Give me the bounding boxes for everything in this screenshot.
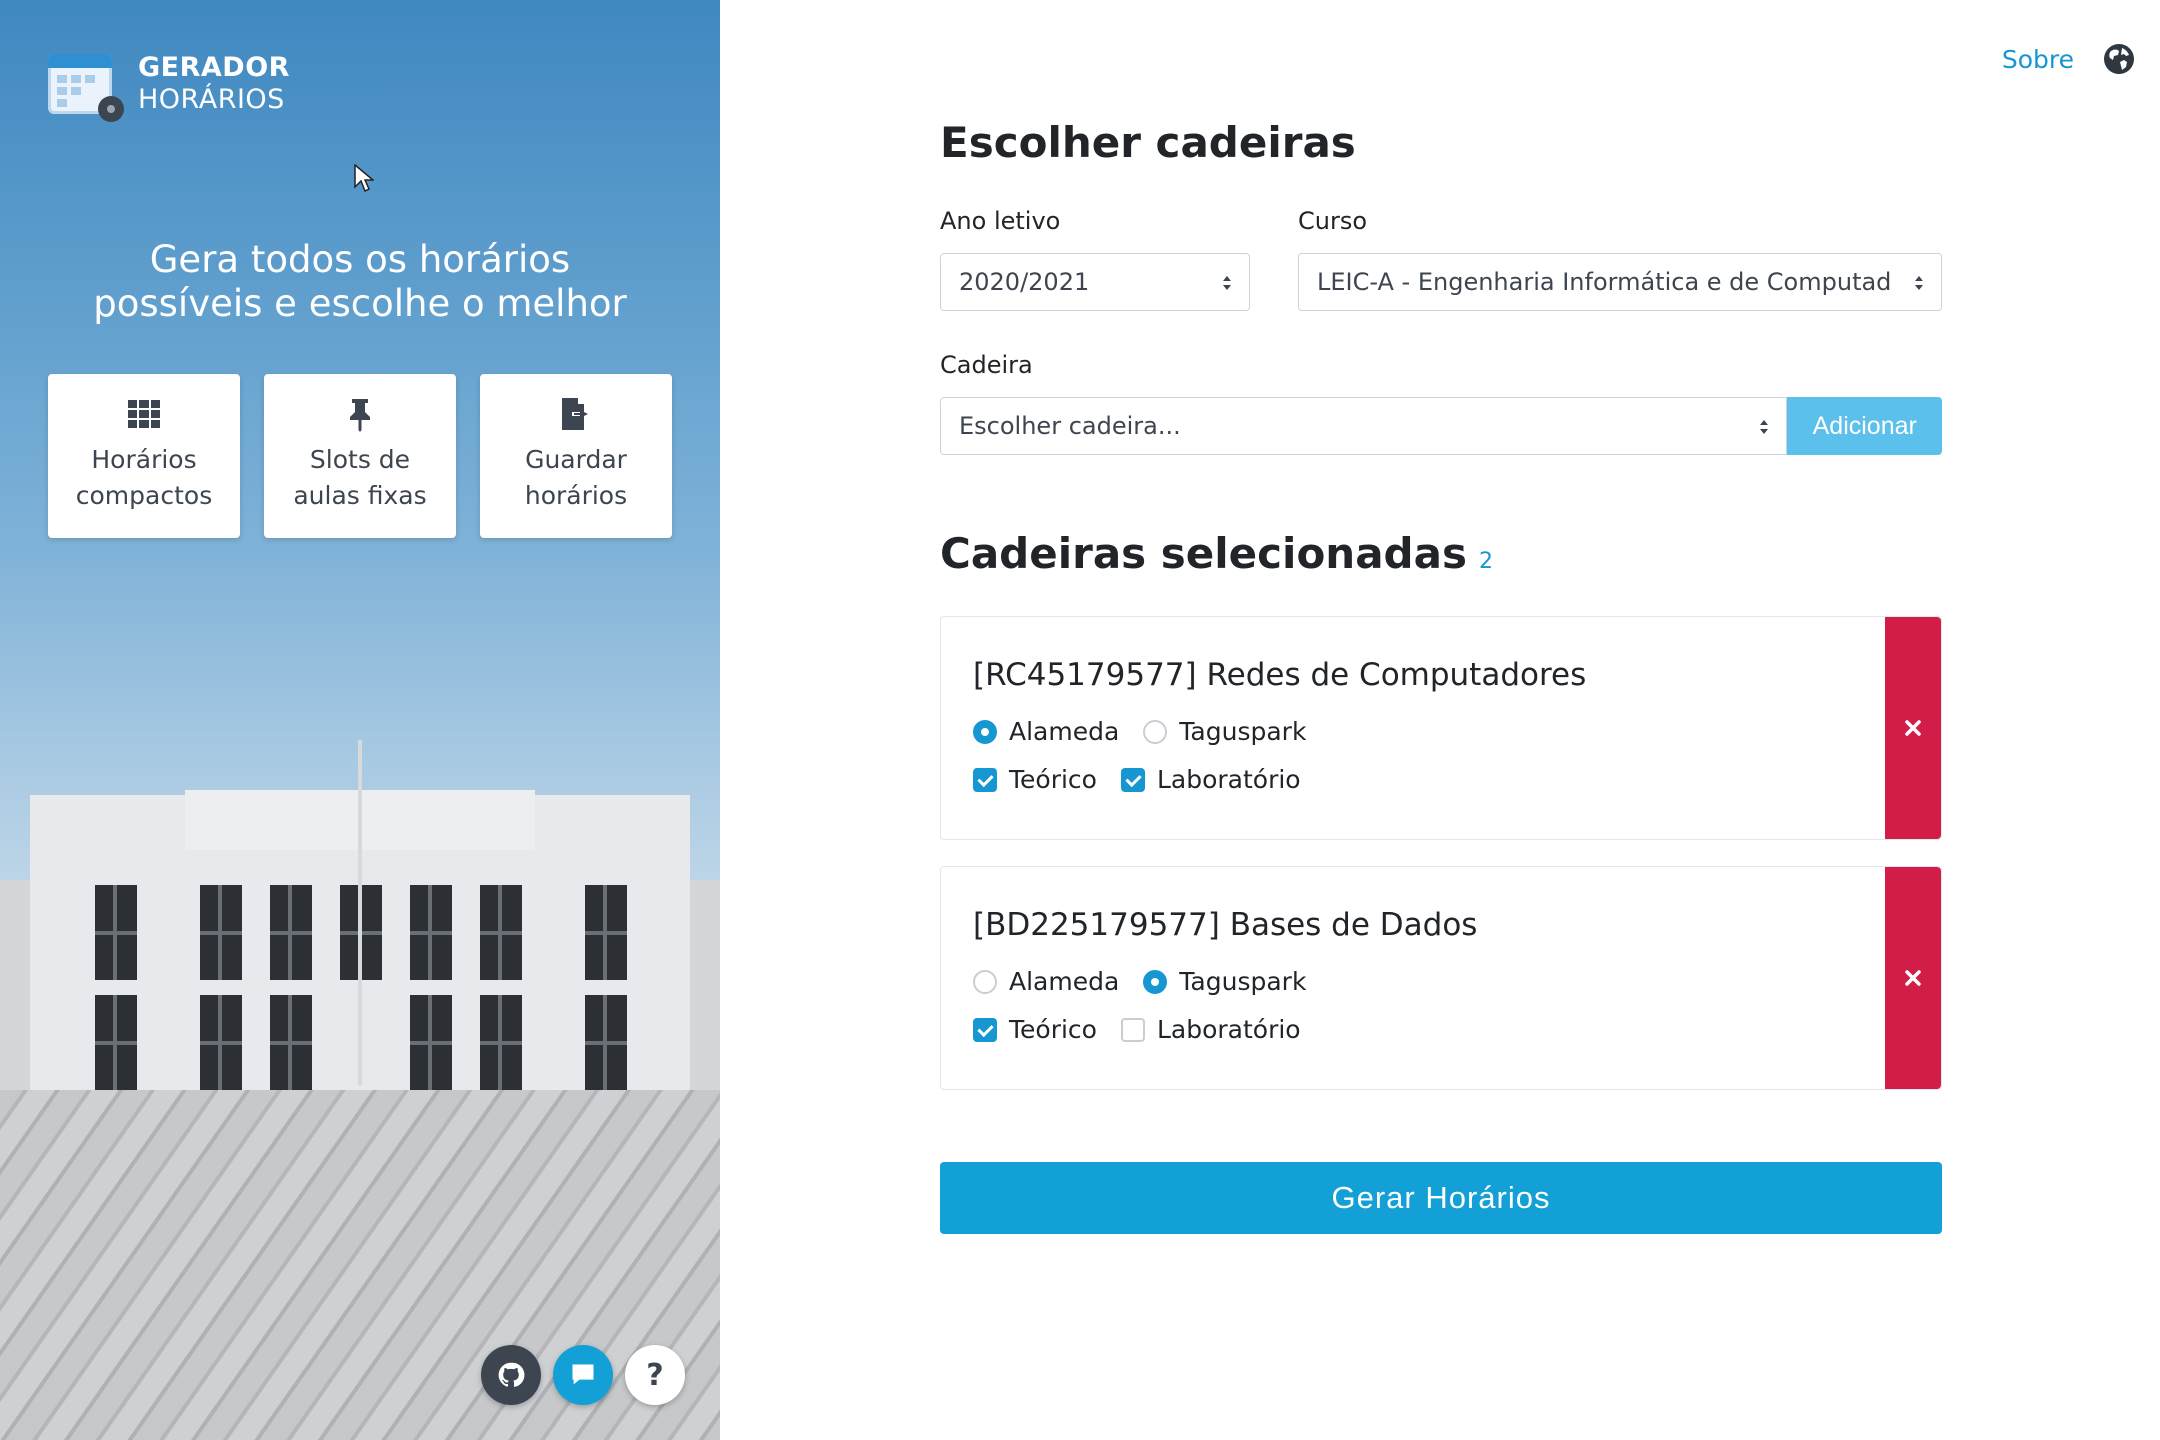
floating-buttons: ? bbox=[481, 1345, 685, 1405]
close-icon bbox=[1905, 720, 1921, 736]
checkbox[interactable] bbox=[973, 767, 997, 792]
building-window bbox=[270, 995, 312, 1090]
checkbox[interactable] bbox=[1120, 1017, 1145, 1042]
building-window bbox=[95, 885, 137, 980]
feature-fixed-slots[interactable]: Slots de aulas fixas bbox=[264, 374, 456, 538]
brand-logo[interactable]: GERADOR HORÁRIOS bbox=[48, 48, 290, 122]
building-window bbox=[410, 995, 452, 1090]
subject-card: [RC45179577] Redes de Computadores Alame… bbox=[940, 616, 1942, 840]
top-nav: Sobre bbox=[2002, 42, 2136, 76]
building-window bbox=[480, 995, 522, 1090]
course-label: Curso bbox=[1298, 207, 1368, 235]
github-button[interactable] bbox=[481, 1345, 541, 1405]
globe-icon[interactable] bbox=[2102, 42, 2136, 76]
mouse-cursor-icon bbox=[354, 164, 374, 193]
feedback-button[interactable] bbox=[553, 1345, 613, 1405]
subject-select-placeholder: Escolher cadeira... bbox=[959, 412, 1181, 440]
year-label: Ano letivo bbox=[940, 207, 1061, 235]
sort-caret-icon bbox=[1915, 276, 1923, 290]
file-export-icon bbox=[562, 398, 588, 430]
radio-button[interactable] bbox=[1143, 969, 1168, 994]
tagline-line-2: possíveis e escolhe o melhor bbox=[93, 282, 627, 325]
remove-subject-button[interactable] bbox=[1885, 617, 1941, 839]
help-button[interactable]: ? bbox=[625, 1345, 685, 1405]
campus-option-taguspark[interactable]: Taguspark bbox=[1143, 717, 1306, 746]
tagline-line-1: Gera todos os horários bbox=[149, 238, 571, 281]
feature-label: Slots de aulas fixas bbox=[293, 445, 427, 510]
flagpole bbox=[358, 740, 362, 1085]
selected-subjects-title: Cadeiras selecionadas 2 bbox=[940, 529, 1942, 578]
type-option-teorico[interactable]: Teórico bbox=[973, 765, 1097, 794]
radio-button[interactable] bbox=[973, 969, 997, 994]
year-select-value: 2020/2021 bbox=[959, 268, 1090, 296]
class-type-options: Teórico Laboratório bbox=[973, 1015, 1301, 1044]
subject-select[interactable]: Escolher cadeira... bbox=[940, 397, 1788, 455]
question-icon: ? bbox=[646, 1357, 664, 1393]
campus-option-alameda[interactable]: Alameda bbox=[973, 717, 1119, 746]
feature-label: Guardar horários bbox=[524, 445, 628, 510]
selected-subjects-heading: Cadeiras selecionadas bbox=[940, 529, 1467, 578]
brand-subtitle: HORÁRIOS bbox=[138, 84, 285, 115]
generate-schedules-button[interactable]: Gerar Horários bbox=[940, 1162, 1942, 1234]
checkbox[interactable] bbox=[973, 1017, 997, 1042]
course-selection-panel: Escolher cadeiras Ano letivo 2020/2021 C… bbox=[940, 118, 1942, 1234]
brand-title: GERADOR bbox=[138, 52, 290, 83]
feature-label: Horários compactos bbox=[75, 445, 213, 510]
building-window bbox=[410, 885, 452, 980]
radio-button[interactable] bbox=[1143, 719, 1168, 744]
sort-caret-icon bbox=[1223, 276, 1231, 290]
selected-count-badge: 2 bbox=[1478, 549, 1493, 574]
campus-option-alameda[interactable]: Alameda bbox=[973, 967, 1119, 996]
subject-label: Cadeira bbox=[940, 351, 1033, 379]
campus-options: Alameda Taguspark bbox=[973, 717, 1306, 746]
building-window bbox=[585, 995, 627, 1090]
campus-option-taguspark[interactable]: Taguspark bbox=[1143, 967, 1306, 996]
building-window bbox=[270, 885, 312, 980]
course-select-value: LEIC-A - Engenharia Informática e de Com… bbox=[1317, 268, 1892, 296]
sort-caret-icon bbox=[1760, 420, 1769, 434]
subject-input-group: Escolher cadeira... Adicionar bbox=[940, 397, 1942, 455]
subject-card: [BD225179577] Bases de Dados Alameda Tag… bbox=[940, 866, 1942, 1090]
type-option-teorico[interactable]: Teórico bbox=[973, 1015, 1097, 1044]
course-field-group: Curso LEIC-A - Engenharia Informática e … bbox=[1298, 207, 1942, 311]
type-option-laboratorio[interactable]: Laboratório bbox=[1120, 1015, 1301, 1044]
grid-icon bbox=[128, 400, 160, 428]
year-select[interactable]: 2020/2021 bbox=[940, 253, 1250, 311]
tagline: Gera todos os horários possíveis e escol… bbox=[0, 238, 720, 326]
year-course-row: Ano letivo 2020/2021 Curso LEIC-A - Enge… bbox=[940, 207, 1942, 311]
building-window bbox=[200, 995, 242, 1090]
about-link[interactable]: Sobre bbox=[2002, 45, 2074, 74]
calendar-gear-icon bbox=[48, 48, 124, 122]
page-title: Escolher cadeiras bbox=[940, 118, 1356, 167]
feature-save-schedules[interactable]: Guardar horários bbox=[480, 374, 672, 538]
building-window bbox=[200, 885, 242, 980]
class-type-options: Teórico Laboratório bbox=[973, 765, 1301, 794]
building-window bbox=[480, 885, 522, 980]
year-field-group: Ano letivo 2020/2021 bbox=[940, 207, 1250, 311]
add-subject-button[interactable]: Adicionar bbox=[1787, 397, 1942, 455]
remove-subject-button[interactable] bbox=[1885, 867, 1941, 1089]
building-window bbox=[585, 885, 627, 980]
radio-button[interactable] bbox=[973, 719, 997, 744]
course-select[interactable]: LEIC-A - Engenharia Informática e de Com… bbox=[1298, 253, 1942, 311]
checkbox[interactable] bbox=[1120, 767, 1145, 792]
close-icon bbox=[1905, 970, 1921, 986]
subject-card-title: [RC45179577] Redes de Computadores bbox=[973, 657, 1587, 693]
subject-field-group: Cadeira Escolher cadeira... Adicionar bbox=[940, 351, 1942, 455]
building-window bbox=[95, 995, 137, 1090]
subject-card-title: [BD225179577] Bases de Dados bbox=[973, 907, 1478, 943]
type-option-laboratorio[interactable]: Laboratório bbox=[1120, 765, 1301, 794]
pin-icon bbox=[350, 399, 370, 432]
feature-compact-schedules[interactable]: Horários compactos bbox=[48, 374, 240, 538]
chat-icon bbox=[572, 1364, 594, 1385]
github-icon bbox=[498, 1362, 525, 1387]
hero-panel: GERADOR HORÁRIOS Gera todos os horários … bbox=[0, 0, 720, 1440]
campus-options: Alameda Taguspark bbox=[973, 967, 1306, 996]
